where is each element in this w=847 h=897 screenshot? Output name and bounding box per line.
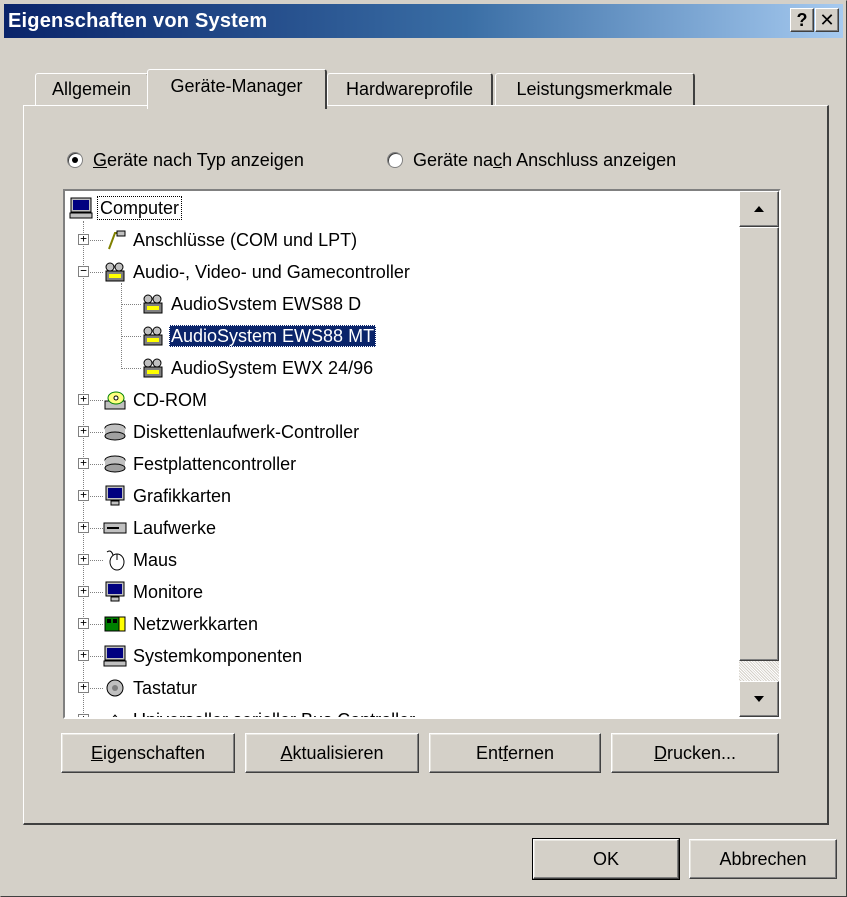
cancel-button[interactable]: Abbrechen <box>689 839 837 879</box>
mouse-icon <box>106 550 125 571</box>
tree-child-item[interactable]: AudioSystem EWX 24/96 <box>141 355 375 381</box>
tree-category-item[interactable]: Laufwerke <box>103 515 218 541</box>
network-card-icon <box>104 616 126 632</box>
tree-connector <box>121 283 122 367</box>
tree-expander[interactable]: + <box>78 233 89 245</box>
tree-category-item[interactable]: CD-ROM <box>103 387 209 413</box>
port-icon <box>108 230 126 250</box>
tree-expander[interactable]: + <box>78 713 89 717</box>
arrow-up-icon <box>754 206 764 212</box>
tree-category-item[interactable]: Universeller serieller Bus Controller <box>103 707 417 717</box>
tree-category-item[interactable]: Grafikkarten <box>103 483 233 509</box>
tree-category-item[interactable]: Audio-, Video- und Gamecontroller <box>103 259 412 285</box>
close-button[interactable]: ✕ <box>815 8 839 32</box>
view-by-type-label: Geräte nach Typ anzeigen <box>93 149 304 170</box>
cdrom-icon <box>104 391 126 410</box>
system-properties-window: Eigenschaften von System ? ✕ Allgemein G… <box>0 0 847 897</box>
monitor-icon <box>105 485 125 506</box>
tree-category-item[interactable]: Anschlüsse (COM und LPT) <box>103 227 359 253</box>
audio-controller-icon <box>143 358 163 378</box>
scroll-up-button[interactable] <box>739 191 779 227</box>
tree-expander[interactable]: + <box>78 425 89 437</box>
view-by-type-radio[interactable] <box>67 152 83 168</box>
tab-hardwareprofile[interactable]: Hardwareprofile <box>327 73 493 107</box>
tree-category-item[interactable]: Diskettenlaufwerk-Controller <box>103 419 361 445</box>
device-tree-view[interactable]: Computer + Anschlüsse (COM und LPT) − Audio… <box>63 189 781 719</box>
tree-child-item[interactable]: AudioSystem EWS88 MT <box>141 323 377 349</box>
tree-expander[interactable]: + <box>78 553 89 565</box>
remove-button[interactable]: Entfernen <box>429 733 601 773</box>
tree-expander[interactable]: + <box>78 489 89 501</box>
tree-expander[interactable]: + <box>78 521 89 533</box>
tree-category-item[interactable]: Tastatur <box>103 675 199 701</box>
tree-expander[interactable]: − <box>78 265 89 277</box>
tree-expander[interactable]: + <box>78 585 89 597</box>
refresh-button[interactable]: Aktualisieren <box>245 733 419 773</box>
computer-icon <box>103 645 127 667</box>
ok-button[interactable]: OK <box>532 838 680 880</box>
view-by-connection-label: Geräte nach Anschluss anzeigen <box>413 149 677 170</box>
tree-expander[interactable]: + <box>78 393 89 405</box>
tree-expander[interactable]: + <box>78 649 89 661</box>
tree-category-item[interactable]: Monitore <box>103 579 205 605</box>
audio-controller-icon <box>143 326 163 346</box>
scroll-down-button[interactable] <box>739 681 779 717</box>
tab-leistungsmerkmale[interactable]: Leistungsmerkmale <box>495 73 695 107</box>
scrollbar-thumb[interactable] <box>739 227 779 661</box>
print-button[interactable]: Drucken... <box>611 733 779 773</box>
title-bar[interactable]: Eigenschaften von System ? ✕ <box>4 4 843 38</box>
usb-icon <box>112 714 118 717</box>
monitor-icon <box>105 581 125 602</box>
drive-icon <box>103 522 127 534</box>
view-by-connection-radio[interactable] <box>387 152 403 168</box>
view-by-connection-option[interactable]: Geräte nach Anschluss anzeigen <box>387 147 676 173</box>
properties-button[interactable]: Eigenschaften <box>61 733 235 773</box>
tab-allgemein[interactable]: Allgemein <box>35 73 149 107</box>
tree-expander[interactable]: + <box>78 457 89 469</box>
help-button[interactable]: ? <box>790 8 814 32</box>
tree-vertical-scrollbar[interactable] <box>739 191 779 717</box>
tree-connector <box>121 304 141 305</box>
view-by-type-option[interactable]: Geräte nach Typ anzeigen <box>67 147 304 173</box>
tree-category-item[interactable]: Festplattencontroller <box>103 451 298 477</box>
tree-expander[interactable]: + <box>78 617 89 629</box>
question-mark-icon: ? <box>796 10 808 30</box>
tree-child-item[interactable]: AudioSvstem EWS88 D <box>141 291 363 317</box>
disk-controller-icon <box>104 455 126 473</box>
tree-category-item[interactable]: Maus <box>103 547 179 573</box>
tree-category-item[interactable]: Systemkomponenten <box>103 643 304 669</box>
arrow-down-icon <box>754 696 764 702</box>
disk-controller-icon <box>104 423 126 441</box>
audio-controller-icon <box>105 262 125 282</box>
tree-connector <box>121 368 141 369</box>
tree-connector <box>121 336 141 337</box>
audio-controller-icon <box>143 294 163 314</box>
computer-icon <box>69 197 93 219</box>
device-tree: Computer + Anschlüsse (COM und LPT) − Audio… <box>65 191 739 717</box>
tab-geraete-manager[interactable]: Geräte-Manager <box>147 69 327 109</box>
window-title: Eigenschaften von System <box>8 10 268 32</box>
tree-category-item[interactable]: Netzwerkkarten <box>103 611 260 637</box>
close-icon: ✕ <box>819 10 835 30</box>
tree-expander[interactable]: + <box>78 681 89 693</box>
keyboard-icon <box>106 679 124 697</box>
tree-root-computer[interactable]: Computer <box>69 195 183 221</box>
